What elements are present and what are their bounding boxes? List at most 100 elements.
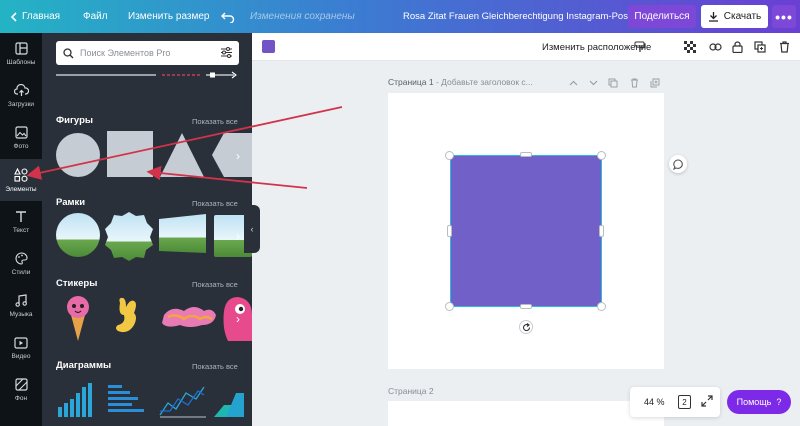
page1-label[interactable]: Страница 1 - Добавьте заголовок с... xyxy=(388,77,533,87)
design-page-2[interactable] xyxy=(388,401,664,426)
fullscreen-icon[interactable] xyxy=(701,395,713,407)
elements-panel: Поиск Элементов Pro Фигуры Показать все … xyxy=(42,33,252,426)
hand-sticker xyxy=(116,297,136,333)
move-up-icon[interactable] xyxy=(566,76,580,90)
download-button[interactable]: Скачать xyxy=(701,5,768,28)
download-icon xyxy=(708,12,718,22)
page-count[interactable]: 2 xyxy=(678,395,691,409)
show-all-charts[interactable]: Показать все xyxy=(192,362,238,371)
resize-handle-top[interactable] xyxy=(520,152,532,157)
shapes-thumbnails[interactable] xyxy=(56,131,252,181)
filter-icon[interactable] xyxy=(220,46,233,59)
save-status: Изменения сохранены xyxy=(250,11,355,22)
duplicate-page-icon[interactable] xyxy=(606,76,620,90)
video-icon xyxy=(14,336,28,349)
rail-item-photos[interactable]: Фото xyxy=(0,117,42,159)
elements-icon xyxy=(14,167,28,182)
rotate-handle-icon[interactable] xyxy=(519,320,533,334)
rail-item-styles[interactable]: Стили xyxy=(0,243,42,285)
download-label: Скачать xyxy=(723,11,762,22)
resize-handle-top-left[interactable] xyxy=(445,151,454,160)
resize-handle-top-right[interactable] xyxy=(597,151,606,160)
resize-handle-right[interactable] xyxy=(599,225,604,237)
rail-item-templates[interactable]: Шаблоны xyxy=(0,33,42,75)
background-icon xyxy=(14,378,28,391)
line-chart-thumbnail xyxy=(159,386,206,418)
rail-label: Элементы xyxy=(5,185,37,193)
page1-title-placeholder[interactable]: - Добавьте заголовок с... xyxy=(434,77,533,87)
rail-label: Шаблоны xyxy=(6,59,36,66)
rail-item-music[interactable]: Музыка xyxy=(0,285,42,327)
section-title-shapes: Фигуры xyxy=(56,115,93,126)
circle-frame xyxy=(56,213,100,257)
chevron-right-icon[interactable]: › xyxy=(229,141,247,171)
rail-label: Текст xyxy=(12,227,30,234)
rail-label: Фото xyxy=(13,143,29,150)
show-all-frames[interactable]: Показать все xyxy=(192,199,238,208)
document-title[interactable]: Rosa Zitat Frauen Gleichberechtigung Ins… xyxy=(403,0,631,33)
bar-chart-thumbnail xyxy=(58,383,92,417)
duplicate-icon[interactable] xyxy=(752,39,768,55)
delete-icon[interactable] xyxy=(776,39,792,55)
search-input[interactable]: Поиск Элементов Pro xyxy=(56,41,239,65)
collapse-panel-button[interactable]: ‹ xyxy=(244,205,260,253)
file-menu[interactable]: Файл xyxy=(83,0,108,33)
section-title-charts: Диаграммы xyxy=(56,360,112,371)
purple-square-shape[interactable] xyxy=(450,155,602,307)
resize-handle-bottom-left[interactable] xyxy=(445,302,454,311)
rail-item-uploads[interactable]: Загрузки xyxy=(0,75,42,117)
color-swatch[interactable] xyxy=(262,40,275,53)
help-question-icon: ? xyxy=(776,397,782,407)
scalloped-frame xyxy=(105,212,153,261)
chevron-right-icon[interactable]: › xyxy=(229,304,247,334)
show-all-stickers[interactable]: Показать все xyxy=(192,280,238,289)
page2-label[interactable]: Страница 2 xyxy=(388,386,434,396)
rail-item-background[interactable]: Фон xyxy=(0,369,42,411)
editor-toolbar: Изменить расположение xyxy=(252,33,800,61)
horizontal-bar-chart-thumbnail xyxy=(108,385,144,412)
zoom-bar: 44 % 2 xyxy=(630,387,720,417)
lock-icon[interactable] xyxy=(729,39,745,55)
home-button[interactable]: Главная xyxy=(10,0,60,33)
triangle-shape xyxy=(160,133,204,177)
add-page-icon[interactable] xyxy=(648,76,662,90)
rail-label: Стили xyxy=(11,269,31,276)
resize-button[interactable]: Изменить размер xyxy=(128,0,209,33)
photo-icon xyxy=(14,126,28,139)
more-button[interactable]: ••• xyxy=(772,5,796,28)
side-rail: Шаблоны Загрузки Фото Элементы Текст Сти… xyxy=(0,33,42,426)
square-shape xyxy=(107,131,153,177)
ice-cream-sticker xyxy=(67,296,89,341)
rail-label: Загрузки xyxy=(7,101,35,108)
rail-item-video[interactable]: Видео xyxy=(0,327,42,369)
frames-thumbnails[interactable] xyxy=(56,211,252,261)
undo-icon xyxy=(221,12,235,23)
tilted-frame xyxy=(159,214,206,253)
resize-handle-bottom-right[interactable] xyxy=(597,302,606,311)
transparency-icon[interactable] xyxy=(682,39,698,55)
comment-icon[interactable] xyxy=(669,155,687,173)
link-icon[interactable] xyxy=(707,39,723,55)
help-button[interactable]: Помощь ? xyxy=(727,390,791,414)
resize-handle-bottom[interactable] xyxy=(520,304,532,309)
circle-shape xyxy=(56,133,100,177)
palette-icon xyxy=(15,252,28,265)
charts-thumbnails[interactable] xyxy=(56,381,252,426)
move-down-icon[interactable] xyxy=(586,76,600,90)
delete-page-icon[interactable] xyxy=(627,76,641,90)
section-title-frames: Рамки xyxy=(56,197,86,208)
stickers-thumbnails[interactable] xyxy=(56,293,252,343)
show-all-shapes[interactable]: Показать все xyxy=(192,117,238,126)
section-title-stickers: Стикеры xyxy=(56,278,98,289)
search-icon xyxy=(63,47,74,58)
share-button[interactable]: Поделиться xyxy=(628,5,696,28)
paint-roller-icon[interactable] xyxy=(632,39,648,55)
rail-item-text[interactable]: Текст xyxy=(0,201,42,243)
templates-icon xyxy=(14,42,28,55)
rail-item-elements[interactable]: Элементы xyxy=(0,159,42,201)
resize-handle-left[interactable] xyxy=(447,225,452,237)
undo-button[interactable] xyxy=(221,0,235,33)
zoom-level[interactable]: 44 % xyxy=(644,397,665,407)
rail-label: Фон xyxy=(14,395,28,402)
rail-label: Видео xyxy=(11,352,31,360)
